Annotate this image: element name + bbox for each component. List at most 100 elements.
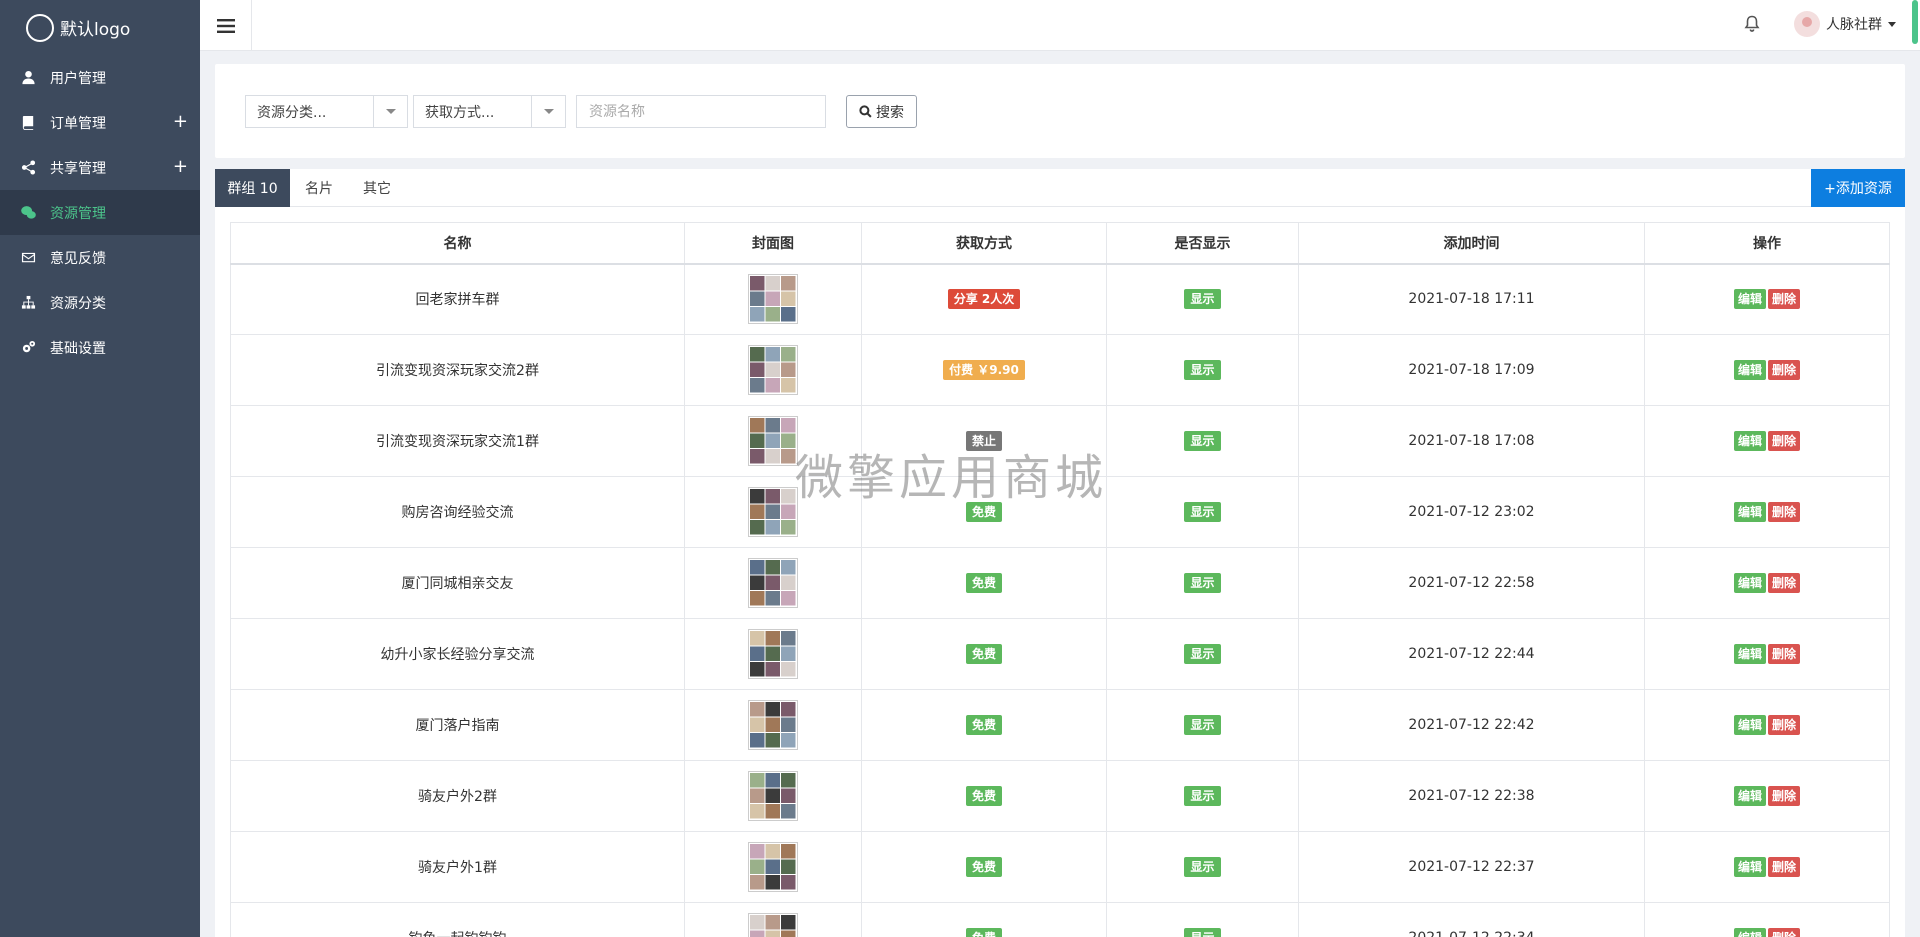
table-body: 回老家拼车群 分享 2人次 显示 2021-07-18 17:11 编辑 删除 引流变现资深…	[230, 263, 1890, 937]
share-icon	[20, 160, 36, 176]
edit-button[interactable]: 编辑	[1733, 360, 1766, 380]
display-badge[interactable]: 显示	[1184, 928, 1221, 937]
cover-image[interactable]	[748, 700, 798, 750]
display-cell: 显示	[1106, 476, 1299, 548]
sidebar-item-5[interactable]: 资源分类	[0, 280, 200, 325]
table-row: 钓鱼一起钓钓钓免费显示2021-07-12 22:34编辑删除	[230, 902, 1890, 937]
display-badge[interactable]: 显示	[1184, 502, 1221, 522]
sidebar-item-2[interactable]: 共享管理 +	[0, 145, 200, 190]
display-cell: 显示	[1106, 831, 1299, 903]
cover-cell	[684, 334, 862, 406]
method-cell: 付费 ￥9.90	[861, 334, 1107, 406]
edit-button[interactable]: 编辑	[1733, 502, 1766, 522]
method-badge: 免费	[965, 502, 1002, 522]
cover-cell	[684, 618, 862, 690]
resource-table-panel: 名称 封面图 获取方式 是否显示 添加时间 操作 回老家拼车群 分享 2人次 显示 2…	[215, 207, 1905, 937]
edit-button[interactable]: 编辑	[1733, 431, 1766, 451]
delete-button[interactable]: 删除	[1768, 360, 1801, 380]
delete-button[interactable]: 删除	[1768, 289, 1801, 310]
actions-cell: 编辑删除	[1644, 689, 1890, 761]
sitemap-icon	[20, 295, 36, 311]
method-cell: 免费	[861, 547, 1107, 619]
cover-image[interactable]	[748, 771, 798, 821]
cover-image[interactable]	[748, 558, 798, 608]
method-badge: 免费	[965, 928, 1002, 937]
display-badge[interactable]: 显示	[1184, 431, 1221, 451]
delete-button[interactable]: 删除	[1768, 928, 1801, 937]
cover-image[interactable]	[748, 345, 798, 395]
display-badge[interactable]: 显示	[1184, 289, 1221, 310]
expand-plus-icon: +	[172, 111, 188, 132]
display-badge[interactable]: 显示	[1184, 715, 1221, 735]
delete-button[interactable]: 删除	[1768, 857, 1801, 877]
cover-image[interactable]	[748, 913, 798, 937]
user-menu[interactable]: 人脉社群	[1794, 11, 1896, 37]
display-cell: 显示	[1106, 760, 1299, 832]
tab-groups[interactable]: 群组 10	[215, 169, 290, 207]
category-select[interactable]: 资源分类...	[245, 95, 408, 128]
method-cell: 免费	[861, 618, 1107, 690]
bell-icon	[1744, 15, 1760, 32]
resource-name: 厦门同城相亲交友	[230, 547, 685, 619]
resource-name: 骑友户外1群	[230, 831, 685, 903]
edit-button[interactable]: 编辑	[1733, 786, 1766, 806]
actions-cell: 编辑删除	[1644, 831, 1890, 903]
sidebar-item-0[interactable]: 用户管理	[0, 55, 200, 100]
cover-image[interactable]	[748, 274, 798, 325]
search-button[interactable]: 搜索	[846, 95, 917, 128]
method-cell: 免费	[861, 831, 1107, 903]
sidebar: 默认logo 用户管理 订单管理 + 共享管理 + 资源管理 意见反馈 资源分类 基础设置	[0, 0, 200, 937]
delete-button[interactable]: 删除	[1768, 431, 1801, 451]
cover-image[interactable]	[748, 629, 798, 679]
cover-image[interactable]	[748, 487, 798, 537]
page-scrollbar[interactable]	[1912, 0, 1918, 44]
tab-label: 名片	[305, 181, 333, 197]
display-cell: 显示	[1106, 618, 1299, 690]
cover-image[interactable]	[748, 416, 798, 466]
edit-button[interactable]: 编辑	[1733, 857, 1766, 877]
edit-button[interactable]: 编辑	[1733, 644, 1766, 664]
search-input[interactable]	[576, 95, 826, 128]
table-row: 引流变现资深玩家交流2群 付费 ￥9.90 显示 2021-07-18 17:09 编辑…	[230, 334, 1890, 406]
tab-others[interactable]: 其它	[348, 169, 406, 207]
tab-cards[interactable]: 名片	[290, 169, 348, 207]
display-cell: 显示	[1106, 547, 1299, 619]
edit-button[interactable]: 编辑	[1733, 573, 1766, 593]
method-cell: 免费	[861, 902, 1107, 937]
delete-button[interactable]: 删除	[1768, 786, 1801, 806]
edit-button[interactable]: 编辑	[1733, 715, 1766, 735]
added-time: 2021-07-12 23:02	[1298, 476, 1645, 548]
logo[interactable]: 默认logo	[0, 0, 200, 55]
actions-cell: 编辑删除	[1644, 760, 1890, 832]
delete-button[interactable]: 删除	[1768, 715, 1801, 735]
cover-image[interactable]	[748, 842, 798, 892]
logo-text: 默认logo	[60, 20, 131, 40]
edit-button[interactable]: 编辑	[1733, 289, 1766, 310]
display-cell: 显示	[1106, 902, 1299, 937]
display-cell: 显示	[1106, 405, 1299, 477]
add-resource-button[interactable]: +添加资源	[1811, 169, 1905, 207]
delete-button[interactable]: 删除	[1768, 502, 1801, 522]
sidebar-item-4[interactable]: 意见反馈	[0, 235, 200, 280]
method-select[interactable]: 获取方式...	[413, 95, 566, 128]
sidebar-item-1[interactable]: 订单管理 +	[0, 100, 200, 145]
menu-toggle-button[interactable]	[200, 0, 252, 51]
method-badge: 免费	[965, 715, 1002, 735]
delete-button[interactable]: 删除	[1768, 573, 1801, 593]
added-time: 2021-07-18 17:09	[1298, 334, 1645, 406]
display-badge[interactable]: 显示	[1184, 786, 1221, 806]
display-badge[interactable]: 显示	[1184, 360, 1221, 380]
sidebar-item-label: 共享管理	[50, 160, 106, 177]
display-badge[interactable]: 显示	[1184, 573, 1221, 593]
sidebar-item-6[interactable]: 基础设置	[0, 325, 200, 370]
sidebar-item-3[interactable]: 资源管理	[0, 190, 200, 235]
logo-icon	[26, 13, 54, 42]
delete-button[interactable]: 删除	[1768, 644, 1801, 664]
display-badge[interactable]: 显示	[1184, 644, 1221, 664]
display-badge[interactable]: 显示	[1184, 857, 1221, 877]
actions-cell: 编辑删除	[1644, 476, 1890, 548]
edit-button[interactable]: 编辑	[1733, 928, 1766, 937]
added-time: 2021-07-18 17:11	[1298, 263, 1645, 335]
method-badge: 免费	[965, 644, 1002, 664]
notification-button[interactable]	[1744, 15, 1760, 37]
